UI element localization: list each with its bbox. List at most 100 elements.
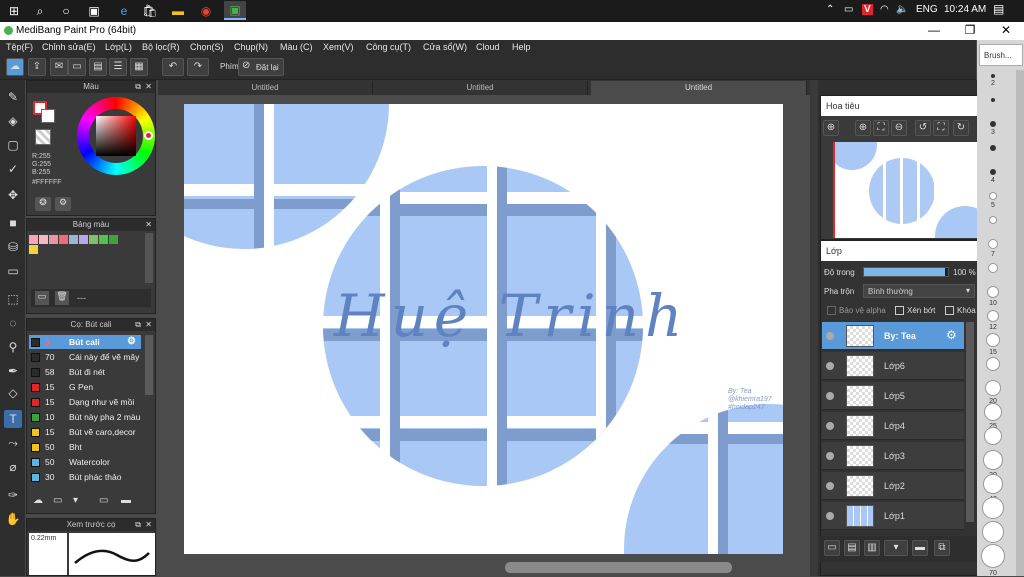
search-icon[interactable]: ⌕ xyxy=(32,3,48,19)
tray-chevron-icon[interactable]: ⌃ xyxy=(826,4,834,15)
duplicate-layer-icon[interactable]: ⧉ xyxy=(934,540,950,556)
cortana-icon[interactable]: ○ xyxy=(58,3,74,19)
size-scrollbar[interactable] xyxy=(1016,70,1024,576)
visibility-eye-icon[interactable] xyxy=(826,422,834,430)
hand-tool-icon[interactable]: ✋ xyxy=(4,510,22,528)
clock[interactable]: 10:24 AM xyxy=(944,4,986,15)
menu-cloud[interactable]: Cloud xyxy=(476,42,500,52)
new-palette-icon[interactable]: ▭ xyxy=(35,291,49,305)
menu-help[interactable]: Help xyxy=(512,42,531,52)
hue-wheel[interactable] xyxy=(77,97,155,175)
brush-size-dot[interactable] xyxy=(985,380,1001,396)
volume-icon[interactable]: 🔈 xyxy=(896,4,908,15)
menu-layer[interactable]: Lớp(L) xyxy=(105,42,132,52)
grid-icon[interactable]: ▦ xyxy=(130,58,148,76)
file-explorer-icon[interactable]: ▬ xyxy=(170,3,186,19)
select-eraser-icon[interactable]: ◇ xyxy=(4,384,22,402)
close-icon[interactable]: ✕ xyxy=(145,219,152,231)
cloud-icon[interactable]: ☁ xyxy=(6,58,24,76)
upload-icon[interactable]: ⇪ xyxy=(28,58,46,76)
color-settings-icon[interactable]: ⚙ xyxy=(55,197,71,211)
clipping-checkbox[interactable] xyxy=(895,306,904,315)
navigator-thumbnail[interactable] xyxy=(833,142,977,238)
menu-filter[interactable]: Bộ lọc(R) xyxy=(142,42,180,52)
saturation-square[interactable] xyxy=(96,116,136,156)
menu-tools[interactable]: Công cụ(T) xyxy=(366,42,411,52)
lasso-tool-icon[interactable]: ◌ xyxy=(4,314,22,332)
move-tool-icon[interactable]: ✥ xyxy=(4,186,22,204)
brush-size-dot[interactable] xyxy=(982,497,1004,519)
eraser-tool-icon[interactable]: ◈ xyxy=(4,112,22,130)
canvas-vertical-scroll-track[interactable] xyxy=(810,80,818,576)
palette-swatch[interactable] xyxy=(49,235,58,244)
brush-size-dot[interactable] xyxy=(986,333,1000,347)
palette-swatch[interactable] xyxy=(109,235,118,244)
edge-icon[interactable]: e xyxy=(116,3,132,19)
menu-edit[interactable]: Chỉnh sửa(E) xyxy=(42,42,96,52)
brush-list-item[interactable]: 50 Watercolor xyxy=(29,455,141,469)
brush-list-item[interactable]: 30 Bút phác thảo xyxy=(29,470,141,484)
visibility-eye-icon[interactable] xyxy=(826,362,834,370)
palette-swatch[interactable] xyxy=(79,235,88,244)
new-layer-icon[interactable]: ▭ xyxy=(824,540,840,556)
list-icon[interactable]: ☰ xyxy=(109,58,127,76)
new-layer-1bit-icon[interactable]: ▥ xyxy=(864,540,880,556)
palette-swatch[interactable] xyxy=(39,235,48,244)
operation-tool-icon[interactable]: ⤳ xyxy=(4,434,22,452)
palette-scrollbar[interactable] xyxy=(145,233,153,283)
maximize-button[interactable]: ❐ xyxy=(960,23,980,39)
select-tool-icon[interactable]: ⬚ xyxy=(4,290,22,308)
brush-size-dot[interactable] xyxy=(988,239,998,249)
select-pen-icon[interactable]: ✒ xyxy=(4,362,22,380)
layer-row[interactable]: Lớp3 xyxy=(822,442,964,470)
brush-size-dot[interactable] xyxy=(991,74,995,78)
brush-dropdown-icon[interactable]: ▾ xyxy=(73,495,78,506)
layer-settings-icon[interactable]: ⚙ xyxy=(946,328,957,342)
zoom-in-alt-icon[interactable]: ⊕ xyxy=(855,120,871,136)
brush-size-dot[interactable] xyxy=(990,145,996,151)
brush-size-dot[interactable] xyxy=(987,286,999,298)
brush-list-item[interactable]: 50 Bht xyxy=(29,440,141,454)
brush-scrollbar[interactable] xyxy=(145,335,153,395)
popout-icon[interactable]: ⧉ xyxy=(135,519,141,531)
document-icon[interactable]: ▤ xyxy=(89,58,107,76)
zoom-out-icon[interactable]: ⊖ xyxy=(891,120,907,136)
chrome-icon[interactable]: ◉ xyxy=(198,3,214,19)
minimize-button[interactable]: — xyxy=(924,23,944,39)
brush-list-item[interactable]: 15 G Pen xyxy=(29,380,141,394)
layer-row[interactable]: Lớp6 xyxy=(822,352,964,380)
rectangle-tool-icon[interactable]: ▢ xyxy=(4,136,22,154)
fill-shape-icon[interactable]: ■ xyxy=(4,214,22,232)
visibility-eye-icon[interactable] xyxy=(826,452,834,460)
close-icon[interactable]: ✕ xyxy=(145,81,152,93)
delete-brush-icon[interactable]: ▭ xyxy=(99,495,108,506)
page-icon[interactable]: ▭ xyxy=(68,58,86,76)
tab-document-1[interactable]: Untitled xyxy=(158,81,373,95)
bucket-tool-icon[interactable]: ⛁ xyxy=(4,238,22,256)
rotate-right-icon[interactable]: ↻ xyxy=(953,120,969,136)
brush-size-dot[interactable] xyxy=(983,474,1003,494)
battery-icon[interactable]: ▭ xyxy=(844,4,853,15)
blend-mode-select[interactable]: Bình thường ▾ xyxy=(863,284,975,298)
layer-row[interactable]: Lớp5 xyxy=(822,382,964,410)
brush-size-dot[interactable] xyxy=(981,544,1005,568)
layer-scrollbar[interactable] xyxy=(966,322,974,522)
brush-size-dot[interactable] xyxy=(988,263,998,273)
rotate-left-icon[interactable]: ↺ xyxy=(915,120,931,136)
menu-view[interactable]: Xem(V) xyxy=(323,42,354,52)
palette-swatch[interactable] xyxy=(89,235,98,244)
hue-handle[interactable] xyxy=(144,131,153,140)
language-indicator[interactable]: ENG xyxy=(916,4,938,15)
popout-icon[interactable]: ⧉ xyxy=(135,319,141,331)
brush-size-dot[interactable] xyxy=(990,169,996,175)
layer-row[interactable]: Lớp2 xyxy=(822,472,964,500)
comment-icon[interactable]: ✉ xyxy=(50,58,68,76)
close-icon[interactable]: ✕ xyxy=(145,319,152,331)
brush-list-item[interactable]: 58 Bút đi nét xyxy=(29,365,141,379)
menu-color[interactable]: Màu (C) xyxy=(280,42,313,52)
layer-row[interactable]: Lớp1 xyxy=(822,502,964,530)
task-view-icon[interactable]: ▣ xyxy=(86,3,102,19)
store-icon[interactable]: 🛍 xyxy=(142,3,158,19)
brush-list-item[interactable]: 70 Cái này để vẽ mây xyxy=(29,350,141,364)
drawing-canvas[interactable]: Huệ Trinh By: Tea @khiemra197 #hoidap247 xyxy=(184,104,783,554)
